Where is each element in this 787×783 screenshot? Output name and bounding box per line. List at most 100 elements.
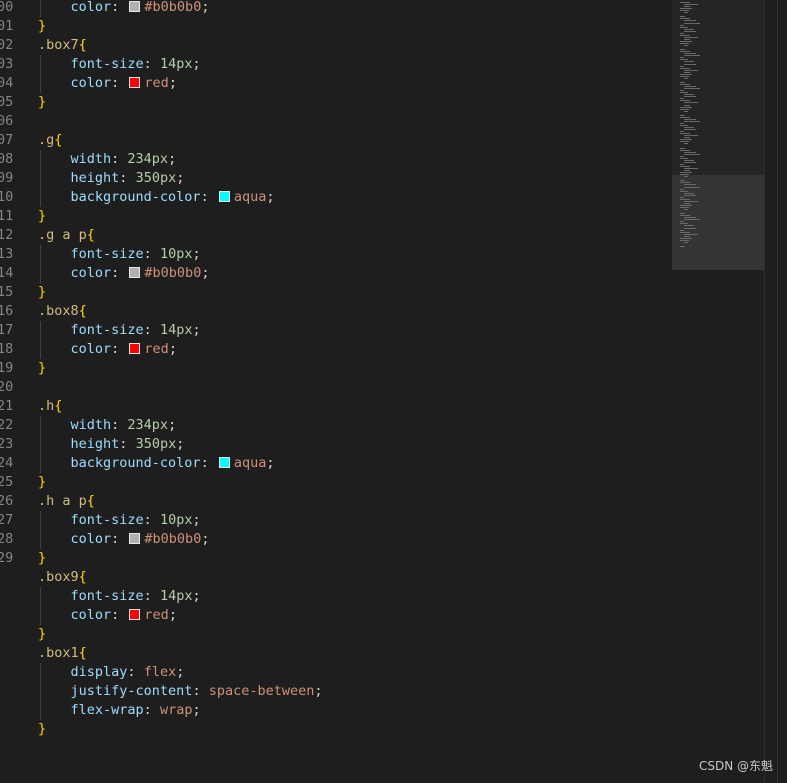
minimap-line [684, 168, 698, 170]
minimap-line [680, 84, 690, 85]
code-line[interactable]: } [38, 720, 46, 739]
code-line[interactable]: .h{ [38, 397, 62, 416]
minimap-line [684, 176, 688, 178]
code-line[interactable]: .box9{ [38, 568, 87, 587]
code-line[interactable]: } [38, 283, 46, 302]
code-line[interactable]: .g a p{ [38, 226, 95, 245]
color-swatch[interactable] [129, 1, 141, 12]
code-line[interactable]: color: red; [38, 606, 177, 625]
code-editor[interactable]: 00 01 02 03 04 05 06 07 08 09 10 11 12 13 14 15 16 17 18 19… [0, 0, 787, 783]
minimap[interactable] [672, 0, 764, 270]
code-line[interactable]: .g{ [38, 131, 62, 150]
color-swatch[interactable] [129, 77, 141, 88]
code-line[interactable]: } [38, 625, 46, 644]
code-line[interactable]: height: 350px; [38, 435, 185, 454]
code-line[interactable]: } [38, 473, 46, 492]
minimap-line [680, 75, 689, 77]
code-line[interactable]: color: red; [38, 340, 177, 359]
minimap-line [680, 196, 684, 198]
code-line[interactable]: .box7{ [38, 36, 87, 55]
code-token: { [78, 303, 87, 319]
indent-guide [40, 454, 41, 473]
line-number [0, 644, 13, 663]
color-swatch[interactable] [129, 267, 141, 278]
code-line[interactable]: font-size: 14px; [38, 55, 201, 74]
minimap-line [680, 188, 684, 190]
minimap-line [684, 104, 690, 106]
code-line[interactable]: font-size: 14px; [38, 321, 201, 340]
code-token: justify-content [70, 683, 193, 699]
line-number [0, 606, 13, 625]
code-token: .h a p [38, 493, 87, 509]
code-line[interactable]: justify-content: space-between; [38, 682, 323, 701]
indent-guide [40, 74, 41, 93]
code-token: flex [143, 664, 177, 680]
code-token: flex-wrap [70, 702, 144, 718]
code-line[interactable]: display: flex; [38, 663, 185, 682]
code-line[interactable]: background-color: aqua; [38, 454, 275, 473]
code-line[interactable]: font-size: 14px; [38, 587, 201, 606]
code-token: : [111, 265, 128, 281]
code-token: : [111, 75, 128, 91]
code-line[interactable]: flex-wrap: wrap; [38, 701, 201, 720]
color-swatch[interactable] [129, 343, 141, 354]
code-token: : [111, 151, 128, 167]
line-number: 12 [0, 227, 14, 243]
code-token: font-size [70, 246, 144, 262]
code-line[interactable]: font-size: 10px; [38, 245, 201, 264]
minimap-line [680, 100, 690, 102]
minimap-line [680, 133, 690, 135]
code-line[interactable]: width: 234px; [38, 416, 177, 435]
code-line[interactable]: background-color: aqua; [38, 188, 275, 207]
line-number: 25 [0, 474, 14, 490]
code-token: .g a p [38, 227, 87, 243]
code-token: color [70, 607, 112, 623]
indent-guide [40, 511, 41, 530]
indent-guide [40, 416, 41, 435]
minimap-line [684, 61, 694, 63]
minimap-line [684, 219, 700, 221]
code-line[interactable]: } [38, 207, 46, 226]
code-line[interactable]: .box1{ [38, 644, 87, 663]
code-area[interactable]: color: #b0b0b0;} .box7{ font-size: 14px; … [38, 0, 668, 783]
minimap-line [684, 127, 694, 129]
minimap-line [684, 143, 688, 145]
code-line[interactable]: } [38, 359, 46, 378]
code-line[interactable]: height: 350px; [38, 169, 185, 188]
color-swatch[interactable] [218, 457, 230, 468]
code-line[interactable]: color: #b0b0b0; [38, 0, 210, 17]
indent-guide [40, 0, 41, 17]
minimap-line [680, 24, 684, 26]
code-line[interactable]: } [38, 93, 46, 112]
code-line[interactable]: .h a p{ [38, 492, 95, 511]
minimap-line [680, 223, 688, 225]
color-swatch[interactable] [129, 533, 141, 544]
minimap-line [680, 98, 684, 100]
code-line[interactable]: width: 234px; [38, 150, 177, 169]
code-line[interactable]: .box8{ [38, 302, 87, 321]
line-number [0, 625, 13, 644]
line-number: 26 [0, 493, 14, 509]
code-line[interactable]: } [38, 549, 46, 568]
code-line[interactable]: color: #b0b0b0; [38, 264, 210, 283]
line-number: 24 [0, 455, 14, 471]
code-token: } [38, 721, 47, 737]
minimap-line [680, 182, 690, 184]
minimap-line [684, 53, 696, 55]
code-line[interactable]: } [38, 17, 46, 36]
minimap-line [684, 129, 696, 131]
code-line[interactable]: color: #b0b0b0; [38, 530, 210, 549]
minimap-line [684, 71, 690, 73]
code-token: ; [168, 341, 177, 357]
minimap-line [684, 202, 690, 204]
line-number: 21 [0, 398, 14, 414]
code-token: height [70, 170, 120, 186]
code-line[interactable]: font-size: 10px; [38, 511, 201, 530]
line-number: 18 [0, 341, 14, 357]
line-number: 14 [0, 265, 14, 281]
code-line[interactable]: color: red; [38, 74, 177, 93]
color-swatch[interactable] [129, 609, 141, 620]
color-swatch[interactable] [218, 191, 230, 202]
minimap-line [680, 237, 692, 239]
